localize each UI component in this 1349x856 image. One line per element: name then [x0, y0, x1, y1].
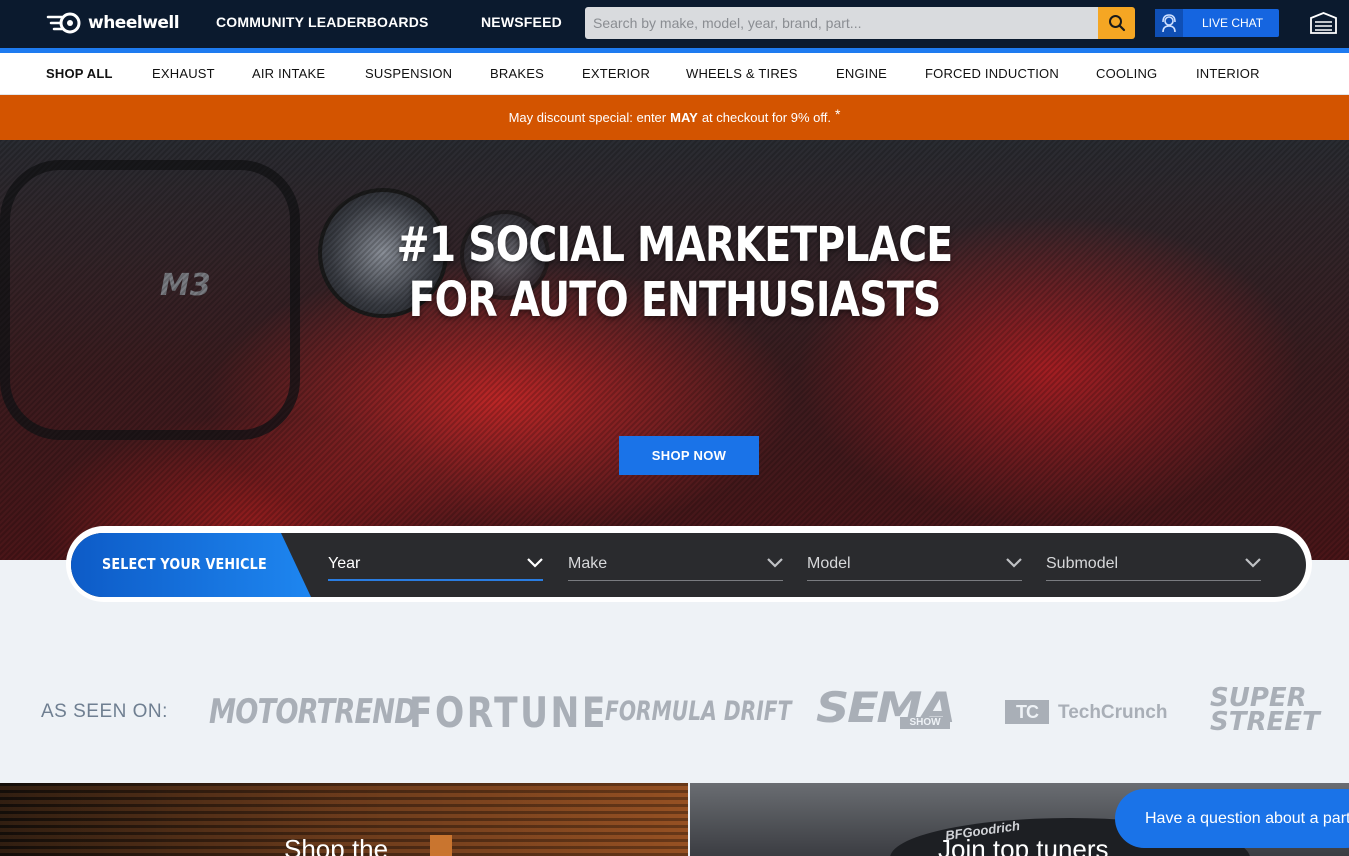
category-wheels-tires[interactable]: WHEELS & TIRES	[686, 66, 798, 81]
select-vehicle-label-box: SELECT YOUR VEHICLE	[71, 533, 311, 597]
chevron-down-icon	[527, 558, 543, 568]
category-bar: SHOP ALL EXHAUST AIR INTAKE SUSPENSION B…	[0, 53, 1349, 95]
category-exhaust[interactable]: EXHAUST	[152, 66, 215, 81]
select-vehicle-label: SELECT YOUR VEHICLE	[102, 555, 267, 573]
hero-banner: M3 #1 SOCIAL MARKETPLACE FOR AUTO ENTHUS…	[0, 140, 1349, 560]
model-dropdown[interactable]: Model	[807, 547, 1022, 581]
category-suspension[interactable]: SUSPENSION	[365, 66, 452, 81]
year-dropdown[interactable]: Year	[328, 547, 543, 581]
promo-suffix: at checkout for 9% off.	[701, 110, 831, 125]
category-air-intake[interactable]: AIR INTAKE	[252, 66, 325, 81]
nav-newsfeed[interactable]: NEWSFEED	[481, 14, 562, 30]
make-dropdown[interactable]: Make	[568, 547, 783, 581]
garage-menu-icon[interactable]	[1310, 12, 1337, 34]
promo-prefix: May discount special: enter	[508, 110, 667, 125]
make-dropdown-label: Make	[568, 555, 608, 572]
fortune-logo: FORTUNE	[409, 688, 608, 737]
hero-title: #1 SOCIAL MARKETPLACE FOR AUTO ENTHUSIAS…	[121, 218, 1227, 328]
live-chat-label: LIVE CHAT	[1202, 16, 1264, 30]
category-shop-all[interactable]: SHOP ALL	[46, 66, 113, 81]
motortrend-logo: MOTORTREND	[209, 692, 417, 732]
top-navbar: wheelwell COMMUNITY LEADERBOARDS NEWSFEE…	[0, 0, 1349, 48]
search-bar	[585, 7, 1135, 39]
submodel-dropdown-label: Submodel	[1046, 555, 1119, 572]
hero-title-line2: FOR AUTO ENTHUSIASTS	[408, 272, 942, 328]
as-seen-on-label: AS SEEN ON:	[41, 701, 168, 722]
vehicle-selector-bar: SELECT YOUR VEHICLE Year Make Model Subm…	[71, 533, 1306, 597]
model-dropdown-label: Model	[807, 555, 851, 572]
wheelwell-logo[interactable]: wheelwell	[46, 11, 180, 35]
category-brakes[interactable]: BRAKES	[490, 66, 544, 81]
super-street-logo: SUPER STREET	[1210, 686, 1320, 734]
formula-drift-logo: FORMULA DRIFT	[605, 696, 792, 727]
decorative-shape	[430, 835, 452, 856]
nav-community-leaderboards[interactable]: COMMUNITY LEADERBOARDS	[216, 14, 429, 30]
search-button[interactable]	[1098, 7, 1135, 39]
category-cooling[interactable]: COOLING	[1096, 66, 1157, 81]
wheel-logo-icon	[46, 12, 81, 34]
hero-title-line1: #1 SOCIAL MARKETPLACE	[396, 217, 954, 273]
shop-now-button[interactable]: SHOP NOW	[619, 436, 759, 475]
chevron-down-icon	[1006, 558, 1022, 568]
promo-code: MAY	[670, 110, 698, 125]
submodel-dropdown[interactable]: Submodel	[1046, 547, 1261, 581]
category-forced-induction[interactable]: FORCED INDUCTION	[925, 66, 1059, 81]
category-engine[interactable]: ENGINE	[836, 66, 887, 81]
tuners-panel-heading: Join top tuners	[938, 834, 1109, 856]
sema-show-tag: SHOW	[900, 717, 950, 729]
promo-footnote[interactable]: *	[835, 106, 840, 122]
techcrunch-logo: TechCrunch	[1058, 702, 1168, 723]
shop-panel-heading: Shop the	[284, 834, 389, 856]
support-agent-icon	[1155, 9, 1183, 37]
chevron-down-icon	[1245, 558, 1261, 568]
promo-banner: May discount special: enter MAY at check…	[0, 95, 1349, 140]
logo-text: wheelwell	[88, 13, 180, 33]
live-chat-button[interactable]: LIVE CHAT	[1155, 9, 1279, 37]
search-input[interactable]	[585, 7, 1098, 39]
category-interior[interactable]: INTERIOR	[1196, 66, 1260, 81]
hero-overlay	[0, 140, 1349, 560]
search-icon	[1108, 15, 1125, 32]
year-dropdown-label: Year	[328, 555, 361, 572]
vehicle-selector: SELECT YOUR VEHICLE Year Make Model Subm…	[66, 526, 1312, 602]
chat-bubble-button[interactable]: Have a question about a part	[1115, 789, 1349, 848]
category-exterior[interactable]: EXTERIOR	[582, 66, 650, 81]
techcrunch-mark-icon: TC	[1005, 700, 1049, 724]
chevron-down-icon	[767, 558, 783, 568]
